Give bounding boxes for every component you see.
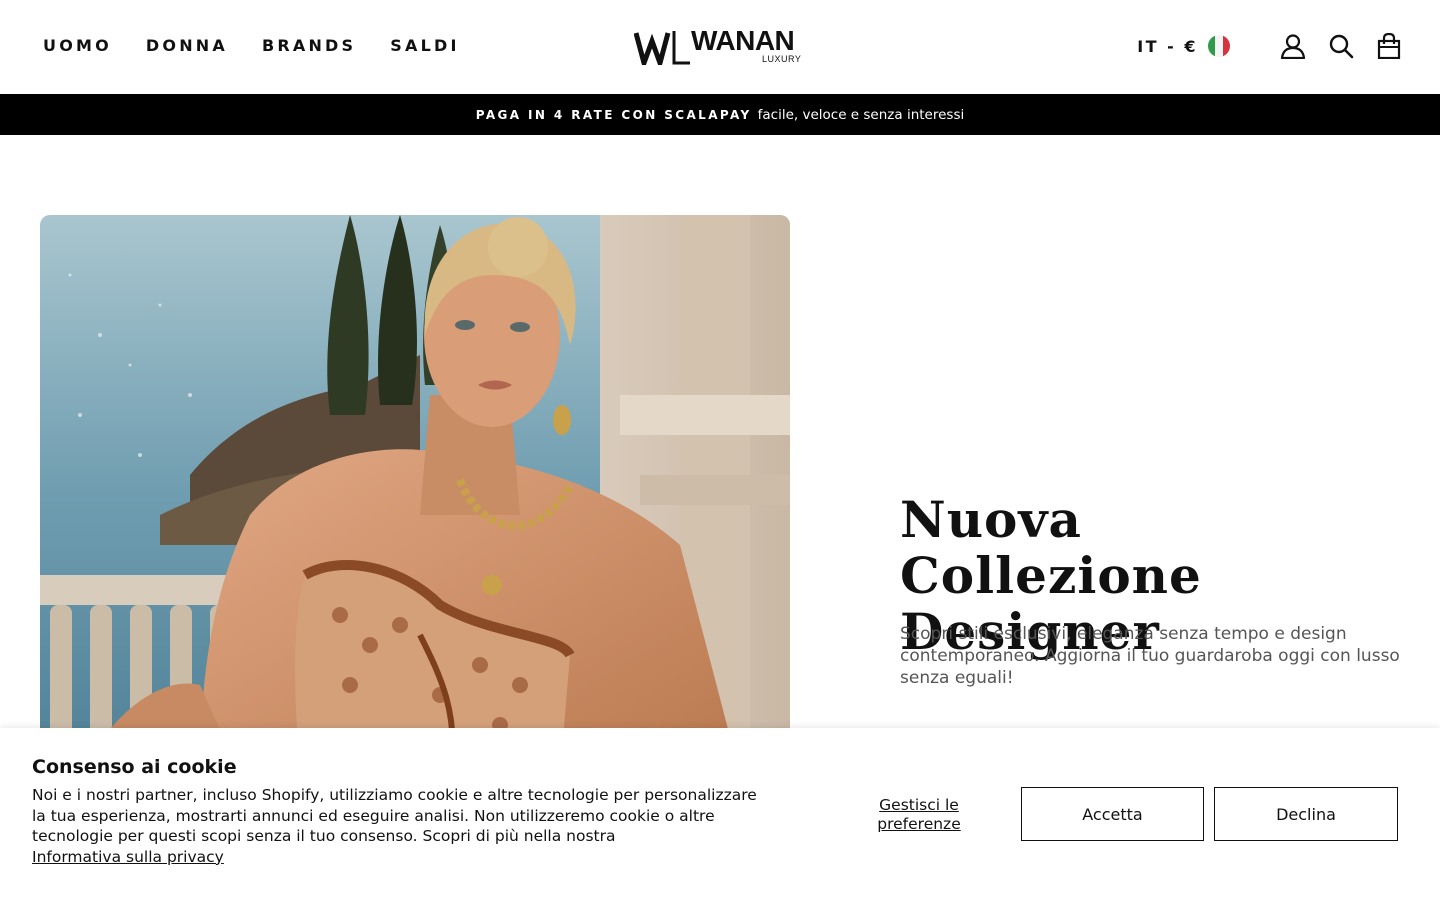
nav-item-uomo[interactable]: UOMO: [43, 36, 112, 56]
manage-preferences-link[interactable]: Gestisci le preferenze: [858, 796, 980, 834]
decline-button[interactable]: Declina: [1214, 787, 1398, 841]
hero-description: Scopri stili esclusivi, eleganza senza t…: [900, 624, 1400, 688]
privacy-policy-link[interactable]: Informativa sulla privacy: [32, 848, 224, 866]
header-actions: IT - €: [1137, 30, 1402, 62]
hero-image: [40, 215, 790, 775]
italy-flag-icon: [1208, 35, 1230, 57]
cookie-title: Consenso ai cookie: [32, 756, 237, 778]
cookie-text: Noi e i nostri partner, incluso Shopify,…: [32, 785, 772, 867]
hero-photo: [40, 215, 790, 775]
hero-title-line1: Nuova Collezione: [900, 490, 1202, 605]
promo-light-text: facile, veloce e senza interessi: [757, 106, 965, 123]
cookie-banner: Consenso ai cookie Noi e i nostri partne…: [0, 728, 1440, 900]
logo-mark-icon: [634, 31, 690, 65]
accept-button[interactable]: Accetta: [1021, 787, 1204, 841]
site-header: UOMO DONNA BRANDS SALDI WANAN LUXURY IT …: [0, 0, 1440, 94]
logo-text: WANAN: [691, 25, 795, 56]
account-icon[interactable]: [1280, 33, 1306, 59]
locale-label: IT - €: [1137, 36, 1198, 56]
promo-strong-text: PAGA IN 4 RATE CON SCALAPAY: [475, 107, 752, 122]
main-nav: UOMO DONNA BRANDS SALDI: [43, 36, 460, 56]
nav-item-donna[interactable]: DONNA: [146, 36, 228, 56]
brand-logo[interactable]: WANAN LUXURY: [634, 27, 808, 67]
nav-item-saldi[interactable]: SALDI: [390, 36, 459, 56]
cart-icon[interactable]: [1376, 33, 1402, 59]
nav-item-brands[interactable]: BRANDS: [262, 36, 356, 56]
promo-bar: PAGA IN 4 RATE CON SCALAPAY facile, velo…: [0, 94, 1440, 135]
search-icon[interactable]: [1328, 33, 1354, 59]
logo-subtext: LUXURY: [762, 54, 802, 64]
locale-selector[interactable]: IT - €: [1137, 35, 1230, 57]
cookie-body: Noi e i nostri partner, incluso Shopify,…: [32, 786, 757, 845]
